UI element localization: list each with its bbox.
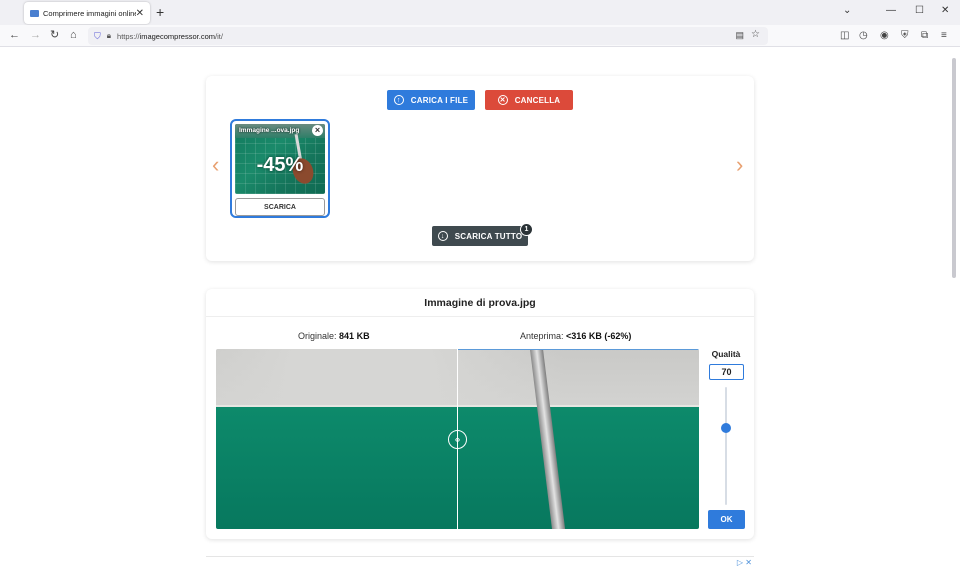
folder-favicon-icon xyxy=(30,9,39,17)
preview-size-label: Anteprima: <316 KB (-62%) xyxy=(520,331,632,341)
cancel-label: CANCELLA xyxy=(514,95,561,105)
page-scrollbar[interactable] xyxy=(950,48,958,568)
download-arrow-icon: ↓ xyxy=(437,231,448,241)
download-all-label: SCARICA TUTTO xyxy=(454,231,523,241)
comparison-drag-handle-icon[interactable]: ‹› xyxy=(448,430,467,449)
quality-label: Qualità xyxy=(711,349,741,359)
carousel-prev-arrow-icon[interactable]: ‹ xyxy=(212,154,219,176)
bookmark-star-icon[interactable]: ☆ xyxy=(751,29,760,40)
lock-icon[interactable]: 🔒︎ xyxy=(107,31,111,41)
minimize-button[interactable]: — xyxy=(886,5,896,17)
upload-files-button[interactable]: ↑ CARICA I FILE xyxy=(387,90,475,110)
preview-panel: Immagine di prova.jpg Originale: 841 KB … xyxy=(206,289,754,539)
download-file-button[interactable]: SCARICA xyxy=(235,198,325,216)
new-tab-button[interactable]: + xyxy=(156,5,164,19)
tracking-shield-icon[interactable]: ⛉ xyxy=(94,31,101,42)
preview-size-value: <316 KB (-62%) xyxy=(566,331,632,341)
reload-icon[interactable]: ↻ xyxy=(50,29,59,42)
ad-choices-icon[interactable]: ▷ ✕ xyxy=(737,558,752,567)
cancel-x-icon: ✕ xyxy=(497,95,508,105)
quality-input[interactable]: 70 xyxy=(709,364,744,380)
ad-banner[interactable]: ▷ ✕ xyxy=(206,556,754,568)
upload-panel: ↑ CARICA I FILE ✕ CANCELLA ‹ › Immagine … xyxy=(206,76,754,261)
maximize-button[interactable]: ☐ xyxy=(915,5,924,17)
forward-arrow-icon[interactable]: → xyxy=(30,29,41,42)
extensions-icon[interactable]: ⧉ xyxy=(921,30,928,41)
reader-mode-icon[interactable]: ▤ xyxy=(735,30,744,41)
pocket-icon[interactable]: ◫ xyxy=(840,30,849,41)
original-size-label: Originale: 841 KB xyxy=(298,331,370,341)
tab-title: Comprimere immagini online xyxy=(43,8,136,18)
home-icon[interactable]: ⌂ xyxy=(70,29,77,42)
account-icon[interactable]: ◉ xyxy=(880,30,889,41)
upload-files-label: CARICA I FILE xyxy=(410,95,469,105)
image-comparison-viewer[interactable]: ‹› xyxy=(216,349,699,529)
tab-list-dropdown-icon[interactable]: ⌄ xyxy=(843,5,851,17)
menu-icon[interactable]: ≡ xyxy=(941,30,947,41)
browser-tab-bar: Comprimere immagini online ✕ + ⌄ — ☐ ✕ xyxy=(0,0,960,25)
cancel-button[interactable]: ✕ CANCELLA xyxy=(485,90,573,110)
download-all-button[interactable]: ↓ SCARICA TUTTO xyxy=(432,226,528,246)
compression-percentage: -45% xyxy=(256,154,304,176)
tab-close-icon[interactable]: ✕ xyxy=(136,8,144,19)
url-text: https://imagecompressor.com/it/ xyxy=(117,31,223,41)
scrollbar-thumb[interactable] xyxy=(952,58,956,278)
close-window-button[interactable]: ✕ xyxy=(941,5,949,17)
remove-file-close-icon[interactable]: × xyxy=(312,125,323,136)
shield-extension-icon[interactable]: ⛨ xyxy=(901,30,909,41)
thumbnail-filename: Immagine ...ova.jpg xyxy=(239,127,300,134)
history-icon[interactable]: ◷ xyxy=(859,30,868,41)
download-count-badge: 1 xyxy=(520,223,533,236)
carousel-next-arrow-icon[interactable]: › xyxy=(736,154,743,176)
file-thumbnail-card[interactable]: Immagine ...ova.jpg × -45% SCARICA xyxy=(230,119,330,218)
browser-tab[interactable]: Comprimere immagini online ✕ xyxy=(24,2,150,24)
browser-toolbar: ← → ↻ ⌂ ⛉ 🔒︎ https://imagecompressor.com… xyxy=(0,25,960,47)
ok-button[interactable]: OK xyxy=(708,510,745,529)
original-size-value: 841 KB xyxy=(339,331,370,341)
url-bar[interactable]: ⛉ 🔒︎ https://imagecompressor.com/it/ ▤ ☆ xyxy=(88,27,768,45)
quality-slider-track[interactable] xyxy=(725,387,727,505)
preview-title: Immagine di prova.jpg xyxy=(206,289,754,317)
quality-slider-thumb[interactable] xyxy=(721,423,731,434)
back-arrow-icon[interactable]: ← xyxy=(9,29,20,42)
upload-arrow-icon: ↑ xyxy=(393,95,404,105)
thumbnail-image[interactable]: Immagine ...ova.jpg × -45% xyxy=(235,124,325,194)
